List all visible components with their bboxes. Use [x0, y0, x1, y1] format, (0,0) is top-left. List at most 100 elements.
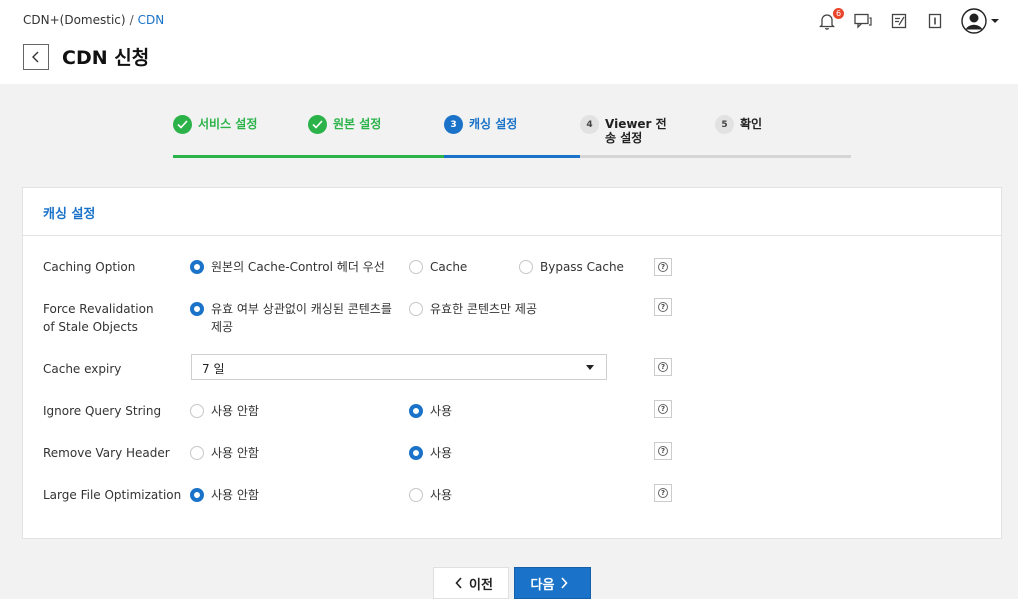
field-label: Force Revalidation of Stale Objects	[43, 302, 154, 334]
select-value: 7 일	[202, 362, 225, 376]
step-number: 3	[444, 115, 463, 134]
radio-indicator[interactable]	[190, 260, 204, 274]
chat-icon	[854, 13, 872, 29]
breadcrumb-separator: /	[129, 13, 134, 27]
chevron-left-icon	[455, 577, 462, 589]
stepper: 서비스 설정 원본 설정 3 캐싱 설정 4 Viewer 전송 설정 5 확인	[173, 113, 851, 158]
option-label: 사용 안함	[211, 446, 259, 460]
step-viewer-settings: 4 Viewer 전송 설정	[580, 115, 675, 145]
avatar-icon	[961, 8, 987, 34]
memo-button[interactable]	[887, 9, 911, 33]
breadcrumb-parent[interactable]: CDN+(Domestic)	[23, 13, 126, 27]
help-button[interactable]: ?	[654, 358, 672, 376]
step-label: 확인	[740, 117, 763, 131]
cache-expiry-select[interactable]: 7 일	[191, 354, 607, 380]
help-icon: ?	[658, 262, 668, 272]
step-label: 캐싱 설정	[469, 117, 518, 131]
chevron-down-icon	[991, 19, 999, 23]
help-icon: ?	[658, 488, 668, 498]
stepper-progress-active	[444, 155, 580, 158]
radio-iqs-off[interactable]: 사용 안함	[190, 402, 259, 420]
radio-indicator[interactable]	[190, 446, 204, 460]
header-icons: 6	[803, 7, 1000, 34]
caching-settings-card: 캐싱 설정 Caching Option 원본의 Cache-Control 헤…	[22, 187, 1002, 539]
help-button[interactable]: ?	[654, 400, 672, 418]
radio-lfo-on[interactable]: 사용	[409, 486, 452, 504]
radio-indicator[interactable]	[519, 260, 533, 274]
step-label: 원본 설정	[333, 117, 382, 131]
field-label: Ignore Query String	[43, 404, 162, 418]
book-icon	[928, 13, 942, 29]
radio-lfo-off[interactable]: 사용 안함	[190, 486, 259, 504]
radio-indicator[interactable]	[190, 404, 204, 418]
next-label: 다음	[530, 577, 555, 593]
breadcrumb: CDN+(Domestic) / CDN	[23, 13, 164, 27]
notifications-button[interactable]: 6	[815, 7, 845, 33]
step-confirm: 5 확인	[715, 115, 762, 134]
breadcrumb-current[interactable]: CDN	[138, 13, 165, 27]
notification-badge: 6	[832, 7, 845, 20]
chevron-right-icon	[561, 577, 569, 589]
card-title: 캐싱 설정	[23, 188, 1001, 236]
step-number: 5	[715, 115, 734, 134]
step-number: 4	[580, 115, 599, 134]
help-icon: ?	[658, 446, 668, 456]
option-label: 사용	[430, 488, 453, 502]
field-label: Caching Option	[43, 260, 136, 274]
option-label: Cache	[430, 260, 468, 274]
memo-icon	[891, 13, 907, 29]
prev-label: 이전	[469, 577, 493, 593]
field-label: Remove Vary Header	[43, 446, 170, 460]
step-caching-settings: 3 캐싱 설정	[444, 115, 517, 134]
radio-iqs-on[interactable]: 사용	[409, 402, 452, 420]
help-button[interactable]: ?	[654, 442, 672, 460]
help-icon: ?	[658, 362, 668, 372]
check-icon	[173, 115, 192, 134]
top-bar: CDN+(Domestic) / CDN CDN 신청 6	[0, 0, 1018, 84]
back-icon	[32, 51, 39, 63]
field-label: Large File Optimization	[43, 488, 182, 502]
option-label: 유효 여부 상관없이 캐싱된 콘텐츠를 제공	[211, 302, 392, 334]
radio-indicator[interactable]	[409, 488, 423, 502]
option-label: Bypass Cache	[540, 260, 624, 274]
radio-serve-cached[interactable]: 유효 여부 상관없이 캐싱된 콘텐츠를 제공	[190, 300, 400, 336]
option-label: 사용 안함	[211, 404, 259, 418]
radio-indicator[interactable]	[409, 302, 423, 316]
field-label: Cache expiry	[43, 362, 122, 376]
radio-serve-valid-only[interactable]: 유효한 콘텐츠만 제공	[409, 300, 537, 318]
check-icon	[308, 115, 327, 134]
help-button[interactable]: ?	[654, 484, 672, 502]
step-label: Viewer 전송 설정	[605, 117, 667, 145]
next-button[interactable]: 다음	[514, 567, 591, 599]
radio-origin-cache-control[interactable]: 원본의 Cache-Control 헤더 우선	[190, 258, 385, 276]
caret-down-icon	[586, 365, 594, 370]
page-title: CDN 신청	[62, 47, 150, 69]
radio-indicator[interactable]	[409, 404, 423, 418]
option-label: 유효한 콘텐츠만 제공	[430, 302, 537, 316]
radio-rvh-on[interactable]: 사용	[409, 444, 452, 462]
chat-button[interactable]	[851, 9, 875, 33]
option-label: 사용	[430, 446, 453, 460]
help-button[interactable]: ?	[654, 298, 672, 316]
radio-indicator[interactable]	[190, 302, 204, 316]
user-menu[interactable]	[961, 8, 1000, 34]
radio-rvh-off[interactable]: 사용 안함	[190, 444, 259, 462]
help-icon: ?	[658, 302, 668, 312]
help-button[interactable]: ?	[654, 258, 672, 276]
back-button[interactable]	[23, 44, 49, 70]
step-label: 서비스 설정	[198, 117, 258, 131]
option-label: 사용	[430, 404, 453, 418]
radio-indicator[interactable]	[409, 260, 423, 274]
step-origin-settings: 원본 설정	[308, 115, 381, 134]
stepper-progress-done	[173, 155, 444, 158]
radio-indicator[interactable]	[190, 488, 204, 502]
help-icon: ?	[658, 404, 668, 414]
radio-cache[interactable]: Cache	[409, 258, 467, 276]
radio-indicator[interactable]	[409, 446, 423, 460]
radio-bypass-cache[interactable]: Bypass Cache	[519, 258, 624, 276]
option-label: 사용 안함	[211, 488, 259, 502]
step-service-settings: 서비스 설정	[173, 115, 257, 134]
docs-button[interactable]	[923, 9, 947, 33]
prev-button[interactable]: 이전	[433, 567, 509, 599]
option-label: 원본의 Cache-Control 헤더 우선	[211, 260, 385, 274]
